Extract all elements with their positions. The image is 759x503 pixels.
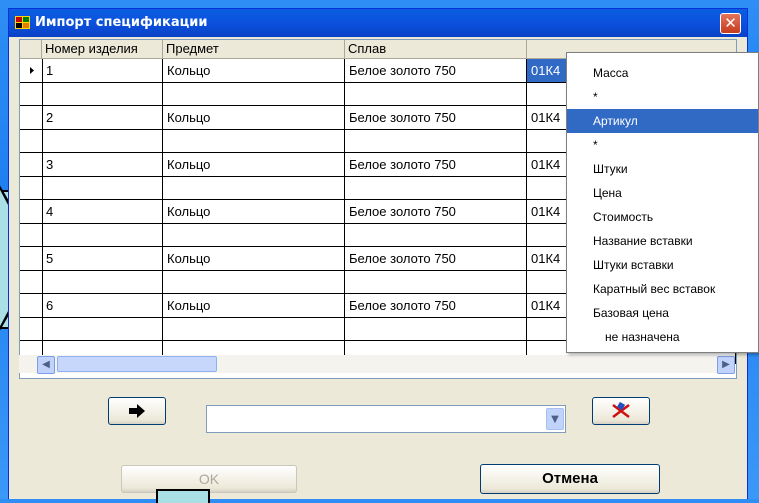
column-dropdown-list[interactable]: Масса * Артикул * Штуки Цена Стоимость Название… <box>566 52 759 353</box>
header-alloy[interactable]: Сплав <box>345 40 527 58</box>
dropdown-item[interactable]: Базовая цена <box>567 301 758 325</box>
current-row-icon <box>30 67 34 74</box>
cell-subject[interactable]: Кольцо <box>163 247 345 270</box>
row-indicator[interactable] <box>20 153 43 176</box>
empty-cell <box>345 83 527 105</box>
cell-alloy[interactable]: Белое золото 750 <box>345 153 527 176</box>
cell-item-number[interactable]: 3 <box>42 153 163 176</box>
dropdown-item[interactable]: Штуки <box>567 157 758 181</box>
cell-alloy[interactable]: Белое золото 750 <box>345 106 527 129</box>
cancel-button[interactable]: Отмена <box>480 464 660 494</box>
row-indicator <box>20 130 43 152</box>
row-indicator <box>20 318 43 340</box>
empty-cell <box>345 318 527 340</box>
empty-cell <box>42 224 163 246</box>
empty-cell <box>42 271 163 293</box>
window-title: Импорт спецификации <box>35 15 208 30</box>
dropdown-item[interactable]: Стоимость <box>567 205 758 229</box>
empty-cell <box>42 83 163 105</box>
row-indicator <box>20 224 43 246</box>
scroll-left-icon[interactable]: ◀ <box>37 356 55 374</box>
row-indicator <box>20 177 43 199</box>
scroll-thumb[interactable] <box>57 356 217 372</box>
assign-button[interactable] <box>108 397 166 425</box>
cell-item-number[interactable]: 1 <box>42 59 163 82</box>
row-indicator[interactable] <box>20 106 43 129</box>
cell-subject[interactable]: Кольцо <box>163 106 345 129</box>
empty-cell <box>345 271 527 293</box>
cell-subject[interactable]: Кольцо <box>163 294 345 317</box>
empty-cell <box>42 177 163 199</box>
cell-alloy[interactable]: Белое золото 750 <box>345 294 527 317</box>
cell-item-number[interactable]: 5 <box>42 247 163 270</box>
cell-alloy[interactable]: Белое золото 750 <box>345 200 527 223</box>
title-bar: Импорт спецификации ✕ <box>9 9 747 37</box>
empty-cell <box>345 224 527 246</box>
app-icon <box>15 16 30 29</box>
dropdown-item[interactable]: Артикул <box>567 109 758 133</box>
header-subject[interactable]: Предмет <box>163 40 345 58</box>
empty-cell <box>42 130 163 152</box>
empty-cell <box>163 224 345 246</box>
empty-cell <box>163 177 345 199</box>
row-indicator <box>20 271 43 293</box>
empty-cell <box>163 271 345 293</box>
header-indicator <box>20 40 42 58</box>
dropdown-item[interactable]: Штуки вставки <box>567 253 758 277</box>
column-combo[interactable]: ▼ <box>206 405 566 433</box>
close-button[interactable]: ✕ <box>720 13 741 34</box>
chevron-down-icon[interactable]: ▼ <box>546 408 564 430</box>
dropdown-item[interactable]: не назначена <box>567 325 758 349</box>
empty-cell <box>163 318 345 340</box>
dropdown-item[interactable]: Цена <box>567 181 758 205</box>
cell-alloy[interactable]: Белое золото 750 <box>345 59 527 82</box>
dropdown-item[interactable]: * <box>567 133 758 157</box>
empty-cell <box>42 318 163 340</box>
cell-item-number[interactable]: 4 <box>42 200 163 223</box>
cell-subject[interactable]: Кольцо <box>163 153 345 176</box>
cell-subject[interactable]: Кольцо <box>163 200 345 223</box>
callout-bottom <box>156 489 210 503</box>
dropdown-item[interactable]: Каратный вес вставок <box>567 277 758 301</box>
empty-cell <box>345 177 527 199</box>
clear-icon <box>612 401 630 418</box>
cell-item-number[interactable]: 2 <box>42 106 163 129</box>
arrow-right-icon <box>129 404 145 418</box>
cell-item-number[interactable]: 6 <box>42 294 163 317</box>
header-item-number[interactable]: Номер изделия <box>42 40 163 58</box>
row-indicator <box>20 83 43 105</box>
empty-cell <box>345 130 527 152</box>
horizontal-scrollbar[interactable]: ◀ ▶ <box>19 355 735 374</box>
row-indicator[interactable] <box>20 247 43 270</box>
cell-subject[interactable]: Кольцо <box>163 59 345 82</box>
row-indicator[interactable] <box>20 59 43 82</box>
dropdown-item[interactable]: Масса <box>567 61 758 85</box>
empty-cell <box>163 130 345 152</box>
dropdown-item[interactable]: * <box>567 85 758 109</box>
row-indicator[interactable] <box>20 294 43 317</box>
scroll-right-icon[interactable]: ▶ <box>717 356 735 374</box>
dropdown-item[interactable]: Название вставки <box>567 229 758 253</box>
empty-cell <box>163 83 345 105</box>
cell-alloy[interactable]: Белое золото 750 <box>345 247 527 270</box>
row-indicator[interactable] <box>20 200 43 223</box>
clear-button[interactable] <box>592 397 650 425</box>
